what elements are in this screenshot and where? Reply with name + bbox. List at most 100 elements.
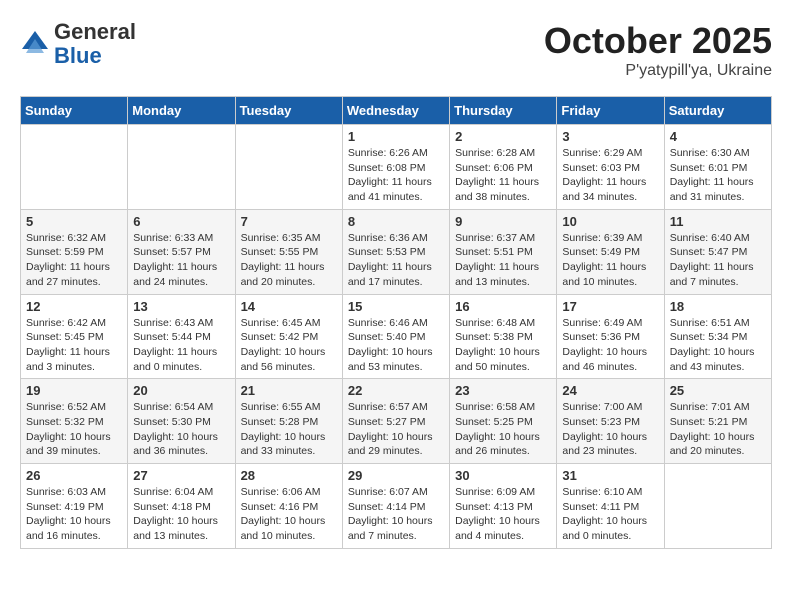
day-info: Sunrise: 6:40 AM Sunset: 5:47 PM Dayligh… — [670, 231, 766, 290]
calendar-cell: 11 Sunrise: 6:40 AM Sunset: 5:47 PM Dayli… — [664, 209, 771, 294]
calendar-week-row-2: 5Sunrise: 6:32 AM Sunset: 5:59 PM Daylig… — [21, 209, 772, 294]
day-number: 11 — [670, 214, 766, 229]
day-info: Sunrise: 6:29 AM Sunset: 6:03 PM Dayligh… — [562, 146, 658, 205]
calendar-cell: 16 Sunrise: 6:48 AM Sunset: 5:38 PM Dayli… — [450, 294, 557, 379]
day-number: 15 — [348, 299, 444, 314]
calendar-cell: 3 Sunrise: 6:29 AM Sunset: 6:03 PM Daylig… — [557, 125, 664, 210]
day-number: 8 — [348, 214, 444, 229]
logo-text: General Blue — [54, 20, 136, 68]
day-info: Sunrise: 6:55 AM Sunset: 5:28 PM Dayligh… — [241, 400, 337, 459]
day-info: Sunrise: 6:49 AM Sunset: 5:36 PM Dayligh… — [562, 316, 658, 375]
weekday-header-monday: Monday — [128, 97, 235, 125]
calendar-cell: 24 Sunrise: 7:00 AM Sunset: 5:23 PM Dayli… — [557, 379, 664, 464]
weekday-header-tuesday: Tuesday — [235, 97, 342, 125]
day-number: 20 — [133, 383, 229, 398]
page-header: General Blue October 2025 P'yatypill'ya,… — [20, 20, 772, 80]
calendar-cell: 1Sunrise: 6:26 AM Sunset: 6:08 PM Daylig… — [342, 125, 449, 210]
day-info: Sunrise: 6:39 AM Sunset: 5:49 PM Dayligh… — [562, 231, 658, 290]
day-number: 27 — [133, 468, 229, 483]
calendar-cell: 12Sunrise: 6:42 AM Sunset: 5:45 PM Dayli… — [21, 294, 128, 379]
day-info: Sunrise: 6:45 AM Sunset: 5:42 PM Dayligh… — [241, 316, 337, 375]
day-info: Sunrise: 6:06 AM Sunset: 4:16 PM Dayligh… — [241, 485, 337, 544]
calendar-cell: 20Sunrise: 6:54 AM Sunset: 5:30 PM Dayli… — [128, 379, 235, 464]
calendar-cell: 4 Sunrise: 6:30 AM Sunset: 6:01 PM Daylig… — [664, 125, 771, 210]
calendar-week-row-3: 12Sunrise: 6:42 AM Sunset: 5:45 PM Dayli… — [21, 294, 772, 379]
day-info: Sunrise: 6:09 AM Sunset: 4:13 PM Dayligh… — [455, 485, 551, 544]
day-info: Sunrise: 6:35 AM Sunset: 5:55 PM Dayligh… — [241, 231, 337, 290]
day-info: Sunrise: 6:33 AM Sunset: 5:57 PM Dayligh… — [133, 231, 229, 290]
calendar-cell: 7 Sunrise: 6:35 AM Sunset: 5:55 PM Daylig… — [235, 209, 342, 294]
day-info: Sunrise: 6:51 AM Sunset: 5:34 PM Dayligh… — [670, 316, 766, 375]
calendar-table: SundayMondayTuesdayWednesdayThursdayFrid… — [20, 96, 772, 549]
calendar-cell: 2Sunrise: 6:28 AM Sunset: 6:06 PM Daylig… — [450, 125, 557, 210]
logo: General Blue — [20, 20, 136, 68]
day-number: 13 — [133, 299, 229, 314]
day-number: 3 — [562, 129, 658, 144]
day-number: 25 — [670, 383, 766, 398]
calendar-cell: 22 Sunrise: 6:57 AM Sunset: 5:27 PM Dayli… — [342, 379, 449, 464]
day-info: Sunrise: 6:10 AM Sunset: 4:11 PM Dayligh… — [562, 485, 658, 544]
day-number: 7 — [241, 214, 337, 229]
calendar-cell: 26 Sunrise: 6:03 AM Sunset: 4:19 PM Dayli… — [21, 464, 128, 549]
day-number: 2 — [455, 129, 551, 144]
day-number: 12 — [26, 299, 122, 314]
day-info: Sunrise: 6:58 AM Sunset: 5:25 PM Dayligh… — [455, 400, 551, 459]
calendar-cell: 8 Sunrise: 6:36 AM Sunset: 5:53 PM Daylig… — [342, 209, 449, 294]
calendar-cell: 10 Sunrise: 6:39 AM Sunset: 5:49 PM Dayli… — [557, 209, 664, 294]
day-info: Sunrise: 7:01 AM Sunset: 5:21 PM Dayligh… — [670, 400, 766, 459]
calendar-cell: 15 Sunrise: 6:46 AM Sunset: 5:40 PM Dayli… — [342, 294, 449, 379]
calendar-cell — [128, 125, 235, 210]
day-number: 14 — [241, 299, 337, 314]
day-number: 17 — [562, 299, 658, 314]
day-number: 5 — [26, 214, 122, 229]
day-number: 28 — [241, 468, 337, 483]
day-info: Sunrise: 6:03 AM Sunset: 4:19 PM Dayligh… — [26, 485, 122, 544]
calendar-cell: 27 Sunrise: 6:04 AM Sunset: 4:18 PM Dayli… — [128, 464, 235, 549]
logo-general: General — [54, 20, 136, 44]
day-number: 18 — [670, 299, 766, 314]
calendar-cell: 29 Sunrise: 6:07 AM Sunset: 4:14 PM Dayli… — [342, 464, 449, 549]
calendar-cell — [235, 125, 342, 210]
day-info: Sunrise: 6:04 AM Sunset: 4:18 PM Dayligh… — [133, 485, 229, 544]
day-info: Sunrise: 6:07 AM Sunset: 4:14 PM Dayligh… — [348, 485, 444, 544]
calendar-cell — [21, 125, 128, 210]
calendar-cell: 19 Sunrise: 6:52 AM Sunset: 5:32 PM Dayli… — [21, 379, 128, 464]
calendar-cell: 13 Sunrise: 6:43 AM Sunset: 5:44 PM Dayli… — [128, 294, 235, 379]
logo-icon — [20, 29, 50, 59]
calendar-cell: 25 Sunrise: 7:01 AM Sunset: 5:21 PM Dayli… — [664, 379, 771, 464]
calendar-week-row-1: 1Sunrise: 6:26 AM Sunset: 6:08 PM Daylig… — [21, 125, 772, 210]
day-info: Sunrise: 6:52 AM Sunset: 5:32 PM Dayligh… — [26, 400, 122, 459]
month-title: October 2025 — [544, 20, 772, 62]
day-number: 23 — [455, 383, 551, 398]
day-number: 22 — [348, 383, 444, 398]
calendar-cell — [664, 464, 771, 549]
day-number: 19 — [26, 383, 122, 398]
weekday-header-saturday: Saturday — [664, 97, 771, 125]
day-info: Sunrise: 7:00 AM Sunset: 5:23 PM Dayligh… — [562, 400, 658, 459]
calendar-week-row-4: 19 Sunrise: 6:52 AM Sunset: 5:32 PM Dayli… — [21, 379, 772, 464]
day-number: 10 — [562, 214, 658, 229]
day-info: Sunrise: 6:43 AM Sunset: 5:44 PM Dayligh… — [133, 316, 229, 375]
day-number: 21 — [241, 383, 337, 398]
day-info: Sunrise: 6:57 AM Sunset: 5:27 PM Dayligh… — [348, 400, 444, 459]
calendar-cell: 23 Sunrise: 6:58 AM Sunset: 5:25 PM Dayli… — [450, 379, 557, 464]
day-number: 31 — [562, 468, 658, 483]
day-number: 26 — [26, 468, 122, 483]
day-number: 30 — [455, 468, 551, 483]
weekday-header-sunday: Sunday — [21, 97, 128, 125]
day-info: Sunrise: 6:48 AM Sunset: 5:38 PM Dayligh… — [455, 316, 551, 375]
day-info: Sunrise: 6:30 AM Sunset: 6:01 PM Dayligh… — [670, 146, 766, 205]
calendar-cell: 14 Sunrise: 6:45 AM Sunset: 5:42 PM Dayli… — [235, 294, 342, 379]
day-number: 29 — [348, 468, 444, 483]
calendar-cell: 6 Sunrise: 6:33 AM Sunset: 5:57 PM Daylig… — [128, 209, 235, 294]
day-number: 4 — [670, 129, 766, 144]
day-info: Sunrise: 6:46 AM Sunset: 5:40 PM Dayligh… — [348, 316, 444, 375]
weekday-header-friday: Friday — [557, 97, 664, 125]
day-info: Sunrise: 6:36 AM Sunset: 5:53 PM Dayligh… — [348, 231, 444, 290]
calendar-cell: 18 Sunrise: 6:51 AM Sunset: 5:34 PM Dayli… — [664, 294, 771, 379]
day-number: 16 — [455, 299, 551, 314]
day-number: 6 — [133, 214, 229, 229]
calendar-cell: 5Sunrise: 6:32 AM Sunset: 5:59 PM Daylig… — [21, 209, 128, 294]
calendar-cell: 31 Sunrise: 6:10 AM Sunset: 4:11 PM Dayli… — [557, 464, 664, 549]
day-number: 24 — [562, 383, 658, 398]
